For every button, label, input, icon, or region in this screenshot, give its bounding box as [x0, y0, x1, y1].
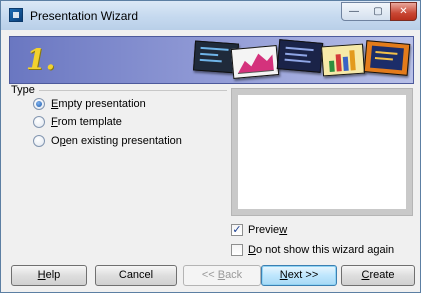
preview-pane — [231, 88, 413, 216]
back-button[interactable]: << Back — [183, 265, 261, 286]
step-number: 1. — [26, 43, 56, 76]
radio-button[interactable] — [33, 116, 45, 128]
radio-button[interactable] — [33, 98, 45, 110]
cancel-button[interactable]: Cancel — [95, 265, 177, 286]
minimize-button[interactable]: — — [341, 2, 367, 21]
radio-from-template[interactable]: From template — [33, 115, 122, 129]
create-button[interactable]: Create — [341, 265, 415, 286]
no-show-checkbox-row[interactable]: Do not show this wizard again — [231, 243, 394, 257]
title-bar[interactable]: Presentation Wizard — ▢ ✕ — [1, 1, 420, 30]
presentation-wizard-window: Presentation Wizard — ▢ ✕ 1. Type Empty … — [0, 0, 421, 293]
wizard-banner: 1. — [9, 36, 414, 84]
preview-checkbox-row[interactable]: ✓ Preview — [231, 223, 287, 237]
type-group-divider — [39, 90, 227, 91]
radio-open-existing[interactable]: Open existing presentation — [33, 134, 182, 148]
maximize-button[interactable]: ▢ — [366, 2, 391, 21]
slide-thumbnail-icon — [230, 45, 280, 79]
preview-checkbox[interactable]: ✓ — [231, 224, 243, 236]
radio-empty-presentation[interactable]: Empty presentation — [33, 97, 146, 111]
slide-thumbnail-icon — [276, 39, 324, 73]
impress-app-icon — [9, 8, 23, 22]
no-show-checkbox[interactable] — [231, 244, 243, 256]
slide-thumbnail-icon — [363, 40, 411, 76]
slide-thumbnail-icon — [321, 43, 365, 77]
radio-button[interactable] — [33, 135, 45, 147]
area-chart-icon — [237, 53, 274, 75]
window-title: Presentation Wizard — [30, 9, 139, 23]
type-group-label: Type — [11, 84, 35, 96]
preview-checkbox-label: Preview — [248, 224, 288, 236]
radio-label: Open existing presentation — [51, 135, 182, 147]
preview-canvas — [238, 95, 406, 209]
radio-label: Empty presentation — [51, 98, 146, 110]
bar-chart-icon — [329, 50, 356, 72]
next-button[interactable]: Next >> — [261, 265, 337, 286]
radio-label: From template — [51, 116, 122, 128]
close-button[interactable]: ✕ — [390, 2, 417, 21]
help-button[interactable]: Help — [11, 265, 87, 286]
no-show-checkbox-label: Do not show this wizard again — [248, 244, 395, 256]
